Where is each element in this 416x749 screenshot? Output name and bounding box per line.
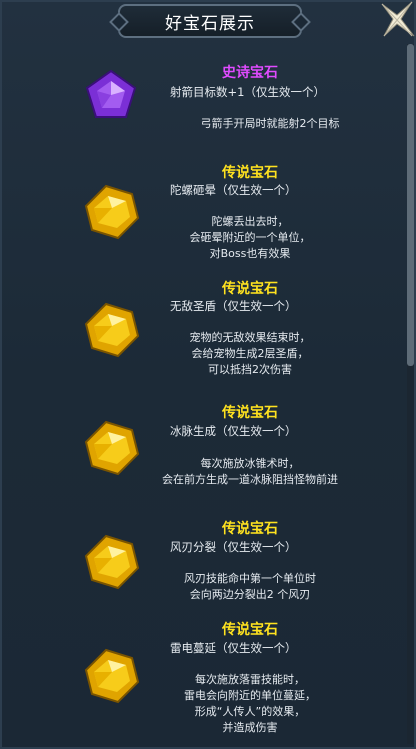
gem-rarity: 传说宝石 (222, 521, 278, 537)
gem-desc-line: 对Boss也有效果 (209, 247, 291, 260)
gold-gem-icon (84, 184, 140, 240)
list-item: 史诗宝石 射箭目标数+1（仅生效一个） 弓箭手开局时就能射2个目标 (0, 58, 405, 148)
gem-rarity: 传说宝石 (222, 622, 278, 638)
gem-subtitle: 陀螺砸晕（仅生效一个） (170, 183, 297, 197)
scrollbar-thumb[interactable] (407, 44, 414, 366)
gem-desc-line: 每次施放冰锥术时， (200, 457, 300, 470)
gem-subtitle: 雷电蔓延（仅生效一个） (170, 641, 297, 655)
gem-rarity: 传说宝石 (222, 281, 278, 297)
gold-gem-icon (84, 302, 140, 358)
gem-desc-line: 雷电会向附近的单位蔓延， (184, 689, 316, 702)
gem-desc-line: 弓箭手开局时就能射2个目标 (200, 117, 340, 130)
gem-desc-line: 可以抵挡2次伤害 (208, 363, 292, 376)
page-title: 好宝石展示 (165, 13, 255, 34)
gem-desc-line: 会给宠物生成2层圣盾， (191, 347, 309, 360)
gem-desc-line: 会砸晕附近的一个单位， (189, 231, 311, 244)
gem-desc-line: 陀螺丢出去时， (211, 215, 289, 228)
gem-subtitle: 冰脉生成（仅生效一个） (170, 424, 297, 438)
close-button[interactable] (378, 0, 416, 38)
list-item: 传说宝石 冰脉生成（仅生效一个） 每次施放冰锥术时， 会在前方生成一道冰脉阻挡怪… (0, 398, 405, 498)
gold-gem-icon (84, 648, 140, 704)
gem-subtitle: 无敌圣盾（仅生效一个） (170, 299, 297, 313)
gem-desc-line: 宠物的无敌效果结束时， (189, 331, 311, 344)
gold-gem-icon (84, 534, 140, 590)
gem-desc-line: 形成“人传人”的效果， (194, 705, 306, 718)
list-item: 传说宝石 陀螺砸晕（仅生效一个） 陀螺丢出去时， 会砸晕附近的一个单位， 对Bo… (0, 160, 405, 270)
gem-rarity: 史诗宝石 (222, 65, 278, 81)
purple-gem-icon (85, 69, 137, 118)
gem-subtitle: 射箭目标数+1（仅生效一个） (170, 85, 325, 99)
gem-desc-line: 并造成伤害 (222, 721, 278, 734)
close-icon (381, 1, 415, 37)
gem-desc-line: 会向两边分裂出2 个风刃 (189, 588, 311, 601)
list-item: 传说宝石 雷电蔓延（仅生效一个） 每次施放落雷技能时， 雷电会向附近的单位蔓延，… (0, 616, 405, 746)
gem-desc-line: 每次施放落雷技能时， (195, 673, 305, 686)
list-item: 传说宝石 风刃分裂（仅生效一个） 风刃技能命中第一个单位时 会向两边分裂出2 个… (0, 514, 405, 614)
title-bar: 好宝石展示 (118, 4, 302, 38)
gem-desc-line: 风刃技能命中第一个单位时 (184, 572, 316, 585)
gem-desc-line: 会在前方生成一道冰脉阻挡怪物前进 (162, 473, 338, 486)
gem-rarity: 传说宝石 (222, 165, 278, 181)
gem-rarity: 传说宝石 (222, 405, 278, 421)
list-item: 传说宝石 无敌圣盾（仅生效一个） 宠物的无敌效果结束时， 会给宠物生成2层圣盾，… (0, 276, 405, 386)
gem-subtitle: 风刃分裂（仅生效一个） (170, 540, 297, 554)
